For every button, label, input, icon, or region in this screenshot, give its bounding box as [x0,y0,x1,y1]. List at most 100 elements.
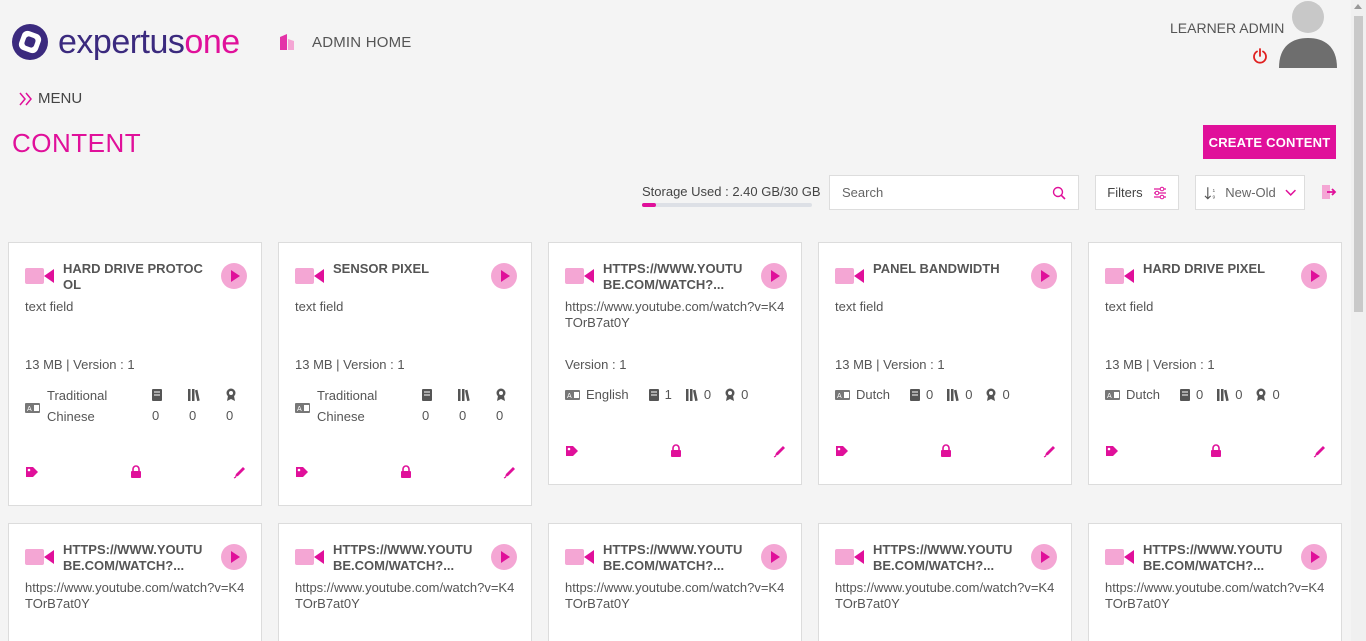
lock-icon[interactable] [400,465,412,479]
search-icon[interactable] [1052,186,1066,200]
card-title[interactable]: PANEL BANDWIDTH [873,261,1019,293]
create-content-button[interactable]: CREATE CONTENT [1203,125,1336,159]
play-icon[interactable] [1301,263,1327,289]
menu-toggle[interactable]: MENU [18,90,82,107]
lock-icon[interactable] [670,444,682,458]
play-icon[interactable] [1031,544,1057,570]
card-actions [835,444,1057,458]
play-icon[interactable] [1301,544,1327,570]
card-title[interactable]: SENSOR PIXEL [333,261,479,293]
content-card[interactable]: SENSOR PIXEL text field 13 MB | Version : … [278,242,532,506]
admin-home-link[interactable]: ADMIN HOME [312,34,412,51]
card-description: https://www.youtube.com/watch?v=K4TOrB7a… [295,580,515,611]
book-count: 1 [664,387,672,402]
tag-icon[interactable] [25,466,39,478]
card-language: Dutch [1126,387,1160,402]
video-camera-icon [25,268,54,284]
card-language: Traditional Chinese [317,388,378,424]
expertusone-logo[interactable]: expertusone [12,24,240,60]
edit-pencil-icon[interactable] [1043,444,1057,458]
card-title[interactable]: HTTPS://WWW.YOUTUBE.COM/WATCH?... [873,542,1019,574]
library-count: 0 [1235,387,1243,402]
page-scrollbar[interactable] [1351,0,1366,641]
play-icon[interactable] [221,263,247,289]
card-title[interactable]: HTTPS://WWW.YOUTUBE.COM/WATCH?... [603,542,749,574]
language-icon: A [1105,389,1120,400]
card-header: SENSOR PIXEL [295,261,517,293]
library-icon [188,388,200,401]
card-title[interactable]: HARD DRIVE PROTOCOL [63,261,209,293]
card-actions [295,465,517,479]
play-icon[interactable] [491,263,517,289]
tag-icon[interactable] [1105,445,1119,457]
card-title[interactable]: HTTPS://WWW.YOUTUBE.COM/WATCH?... [1143,542,1289,574]
card-language: Dutch [856,387,890,402]
sort-icon: 1 9 [1204,186,1216,200]
content-card[interactable]: HARD DRIVE PROTOCOL text field 13 MB | Ver… [8,242,262,506]
edit-pencil-icon[interactable] [1313,444,1327,458]
content-card[interactable]: HARD DRIVE PIXEL text field 13 MB | Versio… [1088,242,1342,485]
scrollbar-thumb[interactable] [1354,16,1363,312]
lock-icon[interactable] [940,444,952,458]
edit-pencil-icon[interactable] [503,465,517,479]
library-icon [458,388,470,401]
content-card[interactable]: HTTPS://WWW.YOUTUBE.COM/WATCH?... https:/… [1088,523,1342,641]
content-card[interactable]: PANEL BANDWIDTH text field 13 MB | Version… [818,242,1072,485]
export-icon[interactable] [1320,184,1338,200]
video-camera-icon [295,268,324,284]
tag-icon[interactable] [565,445,579,457]
lock-icon[interactable] [130,465,142,479]
card-stats: A Dutch 0 0 0 [835,387,1057,402]
sort-dropdown[interactable]: 1 9 New-Old [1195,175,1305,210]
play-icon[interactable] [221,544,247,570]
card-header: HTTPS://WWW.YOUTUBE.COM/WATCH?... [565,542,787,574]
card-title[interactable]: HTTPS://WWW.YOUTUBE.COM/WATCH?... [63,542,209,574]
storage-progress-fill [642,203,656,207]
edit-pencil-icon[interactable] [773,444,787,458]
card-title[interactable]: HTTPS://WWW.YOUTUBE.COM/WATCH?... [333,542,479,574]
badge-count: 0 [226,408,234,423]
sliders-icon [1153,186,1166,199]
play-icon[interactable] [491,544,517,570]
content-card[interactable]: HTTPS://WWW.YOUTUBE.COM/WATCH?... https:/… [548,523,802,641]
filters-button[interactable]: Filters [1095,175,1179,210]
badge-count: 0 [741,387,749,402]
tag-icon[interactable] [295,466,309,478]
edit-pencil-icon[interactable] [233,465,247,479]
tag-icon[interactable] [835,445,849,457]
filters-label: Filters [1107,185,1143,200]
video-camera-icon [1105,268,1134,284]
book-icon [422,388,432,401]
book-icon [909,388,920,401]
logo-text: expertusone [58,23,240,61]
double-chevron-right-icon [19,92,32,105]
sort-selected: New-Old [1225,185,1275,200]
card-meta: 13 MB | Version : 1 [1105,357,1215,372]
search-input[interactable] [842,185,1042,200]
card-header: HTTPS://WWW.YOUTUBE.COM/WATCH?... [1105,542,1327,574]
lock-icon[interactable] [1210,444,1222,458]
scroll-up-arrow-icon[interactable] [1354,4,1362,9]
play-icon[interactable] [1031,263,1057,289]
card-title[interactable]: HTTPS://WWW.YOUTUBE.COM/WATCH?... [603,261,749,293]
home-icon[interactable] [278,34,296,50]
video-camera-icon [295,549,324,565]
play-icon[interactable] [761,544,787,570]
card-title[interactable]: HARD DRIVE PIXEL [1143,261,1289,293]
content-card[interactable]: HTTPS://WWW.YOUTUBE.COM/WATCH?... https:/… [278,523,532,641]
content-card[interactable]: HTTPS://WWW.YOUTUBE.COM/WATCH?... https:/… [548,242,802,485]
badge-count: 0 [1002,387,1010,402]
badge-count: 0 [1272,387,1280,402]
card-header: HARD DRIVE PIXEL [1105,261,1327,293]
search-box[interactable] [829,175,1079,210]
svg-text:A: A [297,406,302,413]
card-header: HTTPS://WWW.YOUTUBE.COM/WATCH?... [565,261,787,293]
content-card[interactable]: HTTPS://WWW.YOUTUBE.COM/WATCH?... https:/… [8,523,262,641]
power-icon[interactable] [1252,48,1268,64]
library-count: 0 [703,387,712,402]
play-icon[interactable] [761,263,787,289]
content-card[interactable]: HTTPS://WWW.YOUTUBE.COM/WATCH?... https:/… [818,523,1072,641]
language-icon: A [565,389,580,400]
card-stats: A English 1 0 0 [565,387,787,402]
avatar[interactable] [1278,0,1338,68]
